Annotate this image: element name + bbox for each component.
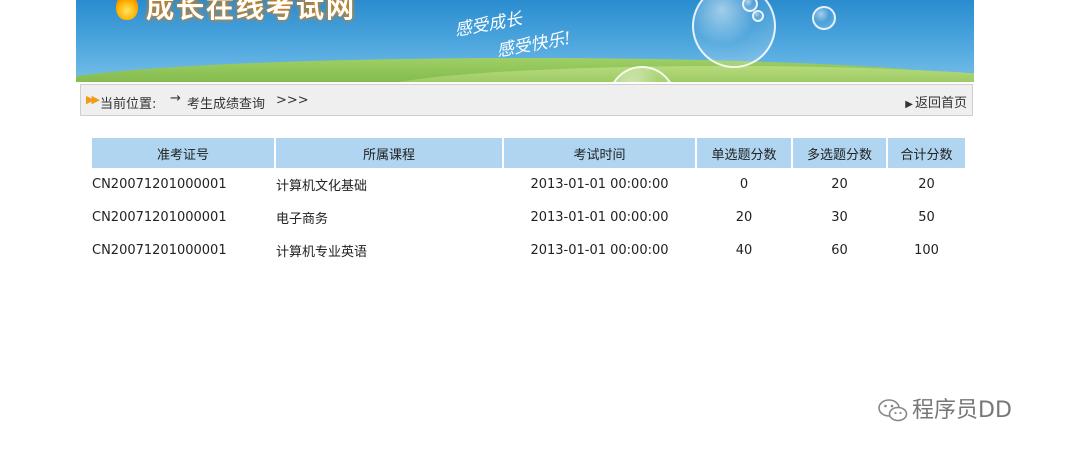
breadcrumb-separator: → [170, 91, 181, 106]
header-course: 所属课程 [276, 138, 502, 168]
table-row: CN20071201000001 计算机文化基础 2013-01-01 00:0… [92, 168, 965, 201]
site-logo[interactable]: 成长在线考试网 [146, 0, 356, 26]
cell-total-score: 100 [888, 234, 965, 267]
header-exam-number: 准考证号 [92, 138, 274, 168]
breadcrumb: ▶▶ 当前位置: → 考生成绩查询 >>> ▶ 返回首页 [80, 84, 973, 116]
cell-exam-number: CN20071201000001 [92, 234, 274, 267]
wechat-icon [878, 399, 908, 422]
cell-multi-score: 60 [793, 234, 886, 267]
breadcrumb-label: 当前位置: [100, 97, 157, 112]
cell-course: 计算机专业英语 [276, 234, 502, 267]
cell-exam-time: 2013-01-01 00:00:00 [504, 201, 695, 234]
play-arrow-icon: ▶ [905, 99, 913, 110]
cell-total-score: 20 [888, 168, 965, 201]
cell-course: 电子商务 [276, 201, 502, 234]
back-home-label: 返回首页 [914, 96, 967, 111]
site-banner: 成长在线考试网 感受成长 感受快乐! [76, 0, 974, 82]
cell-exam-time: 2013-01-01 00:00:00 [504, 234, 695, 267]
bubble-decoration [692, 0, 776, 68]
cell-course: 计算机文化基础 [276, 168, 502, 201]
cell-multi-score: 30 [793, 201, 886, 234]
bubble-decoration [752, 10, 764, 22]
header-multi-score: 多选题分数 [793, 138, 886, 168]
breadcrumb-current-page: 考生成绩查询 [187, 97, 266, 112]
cell-single-score: 0 [697, 168, 791, 201]
bubble-decoration [812, 6, 836, 30]
table-row: CN20071201000001 计算机专业英语 2013-01-01 00:0… [92, 234, 965, 267]
cell-exam-number: CN20071201000001 [92, 201, 274, 234]
watermark-text: 程序员DD [912, 398, 1012, 423]
table-row: CN20071201000001 电子商务 2013-01-01 00:00:0… [92, 201, 965, 234]
cell-total-score: 50 [888, 201, 965, 234]
cell-multi-score: 20 [793, 168, 886, 201]
header-single-score: 单选题分数 [697, 138, 791, 168]
cell-single-score: 40 [697, 234, 791, 267]
cell-single-score: 20 [697, 201, 791, 234]
back-home-link[interactable]: ▶ 返回首页 [905, 92, 967, 111]
score-table: 准考证号 所属课程 考试时间 单选题分数 多选题分数 合计分数 CN200712… [90, 138, 967, 267]
logo-flame-icon [116, 0, 138, 20]
cell-exam-number: CN20071201000001 [92, 168, 274, 201]
breadcrumb-trail: >>> [276, 93, 309, 108]
double-arrow-icon: ▶▶ [86, 93, 100, 106]
watermark: 程序员DD [878, 392, 1012, 424]
table-header-row: 准考证号 所属课程 考试时间 单选题分数 多选题分数 合计分数 [92, 138, 965, 168]
cell-exam-time: 2013-01-01 00:00:00 [504, 168, 695, 201]
header-exam-time: 考试时间 [504, 138, 695, 168]
header-total-score: 合计分数 [888, 138, 965, 168]
